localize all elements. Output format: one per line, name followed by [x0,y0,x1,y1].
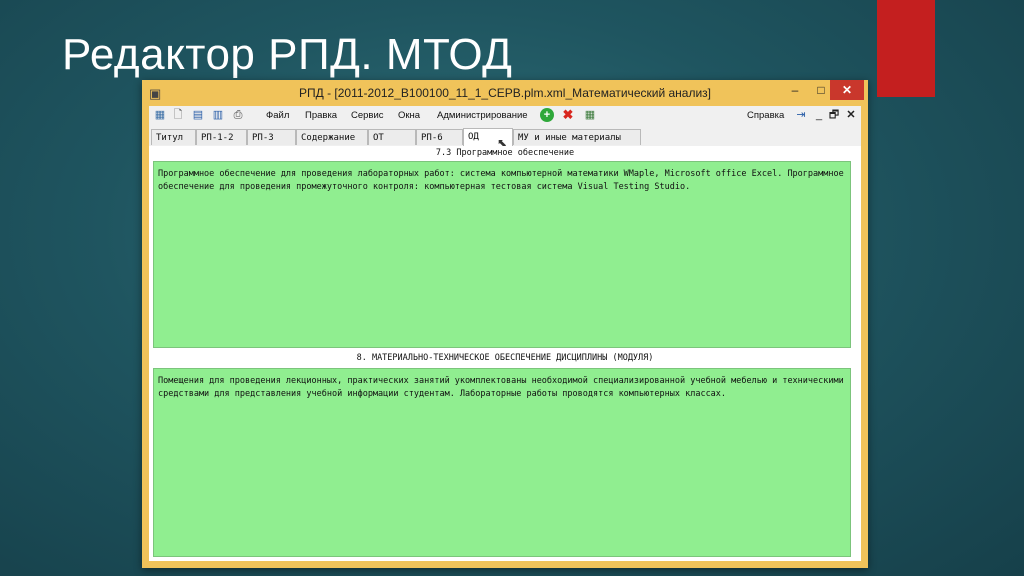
exit-icon[interactable]: ⇥ [794,108,808,122]
print-icon[interactable]: ⎙ [231,108,245,122]
tab-ot[interactable]: ОТ [368,129,416,145]
title-bar[interactable]: ▣ РПД - [2011-2012_B100100_11_1_СЕРВ.plm… [142,80,868,106]
tab-rp-6[interactable]: РП-6 [416,129,463,145]
preview-icon[interactable]: ▥ [211,108,225,122]
slide-title: Редактор РПД. МТОД [62,30,513,79]
close-button[interactable]: ✕ [830,80,864,100]
app-menu-icon[interactable]: ▦ [153,108,167,122]
minimize-button[interactable]: – [782,80,808,100]
software-heading: 7.3 Программное обеспечение [435,148,575,158]
new-doc-icon[interactable]: 🗋 [171,108,185,122]
software-textarea[interactable]: Программное обеспечение для проведения л… [153,161,851,348]
menu-help[interactable]: Справка [747,110,784,121]
tab-rp-1-2[interactable]: РП-1-2 [196,129,247,145]
material-heading: 8. МАТЕРИАЛЬНО-ТЕХНИЧЕСКОЕ ОБЕСПЕЧЕНИЕ Д… [356,353,654,363]
save-icon[interactable]: ▤ [191,108,205,122]
menu-file[interactable]: Файл [266,110,289,121]
menu-windows[interactable]: Окна [398,110,420,121]
tab-rp-3[interactable]: РП-3 [247,129,296,145]
menu-bar: ▦ 🗋 ▤ ▥ ⎙ Файл Правка Сервис Окна Админи… [149,106,861,126]
minimize-child-icon[interactable]: _ [812,108,826,122]
table-icon[interactable]: ▦ [583,108,597,122]
material-textarea[interactable]: Помещения для проведения лекционных, пра… [153,368,851,557]
menu-admin[interactable]: Администрирование [437,110,528,121]
client-area: ▦ 🗋 ▤ ▥ ⎙ Файл Правка Сервис Окна Админи… [149,106,861,561]
tab-titul[interactable]: Титул [151,129,196,145]
tab-content[interactable]: Содержание [296,129,368,145]
menu-edit[interactable]: Правка [305,110,337,121]
close-child-icon[interactable]: ✕ [844,108,858,122]
delete-icon[interactable]: ✖ [561,108,575,122]
tab-mu[interactable]: МУ и иные материалы [513,129,641,145]
restore-child-icon[interactable]: 🗗 [827,108,841,122]
app-window: ▣ РПД - [2011-2012_B100100_11_1_СЕРВ.plm… [142,80,868,568]
menu-service[interactable]: Сервис [351,110,384,121]
accent-bar [877,0,935,97]
add-icon[interactable]: + [540,108,554,122]
window-title: РПД - [2011-2012_B100100_11_1_СЕРВ.plm.x… [298,86,711,100]
od-panel: 7.3 Программное обеспечение Программное … [149,146,861,561]
